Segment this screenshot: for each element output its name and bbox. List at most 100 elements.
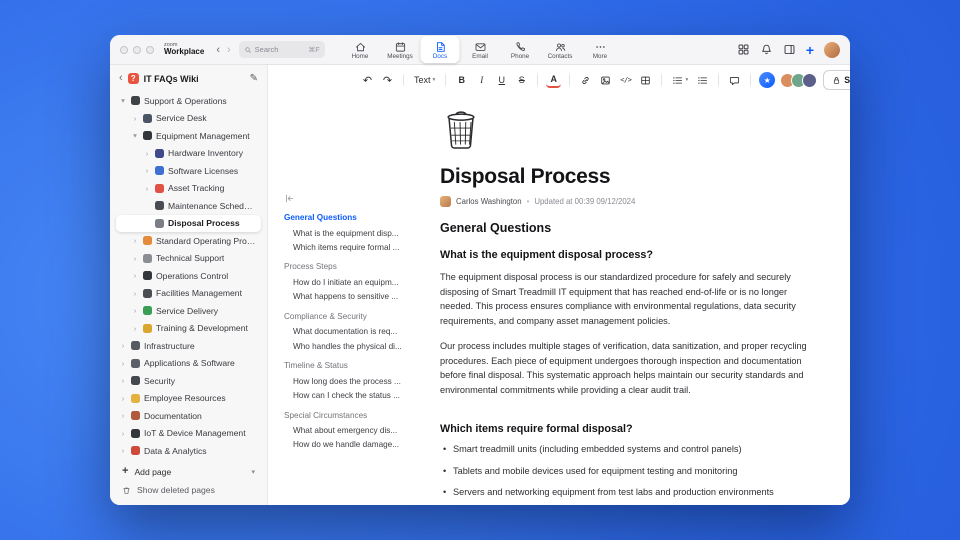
show-deleted-pages-button[interactable]: Show deleted pages: [122, 485, 255, 495]
toc-collapse-icon[interactable]: [284, 193, 295, 204]
nav-forward-icon[interactable]: ›: [227, 44, 231, 56]
close-button[interactable]: [120, 45, 128, 54]
toc-section-process-steps[interactable]: Process Steps: [284, 262, 412, 271]
link-button[interactable]: [578, 71, 593, 89]
sidebar-item-facilities-management[interactable]: › Facilities Management: [116, 285, 261, 303]
toc-section-timeline-status[interactable]: Timeline & Status: [284, 361, 412, 370]
toc-section-special-circumstances[interactable]: Special Circumstances: [284, 411, 412, 420]
minimize-button[interactable]: [133, 45, 141, 54]
sidebar-item-employee-resources[interactable]: › Employee Resources: [116, 390, 261, 408]
sidebar-item-hardware-inventory[interactable]: › Hardware Inventory: [116, 145, 261, 163]
collaborator-avatar[interactable]: [802, 72, 818, 88]
panel-icon[interactable]: [783, 43, 796, 56]
chevron-right-icon[interactable]: ›: [131, 254, 139, 263]
chevron-right-icon[interactable]: ›: [119, 411, 127, 420]
image-button[interactable]: [598, 71, 613, 89]
chevron-down-icon[interactable]: ▾: [119, 96, 127, 105]
apps-icon[interactable]: [737, 43, 750, 56]
tab-phone[interactable]: Phone: [501, 36, 540, 63]
chevron-right-icon[interactable]: ›: [143, 166, 151, 175]
chevron-right-icon[interactable]: ›: [131, 324, 139, 333]
chevron-down-icon[interactable]: ▾: [131, 131, 139, 140]
redo-button[interactable]: ↷: [380, 71, 395, 89]
sidebar-item-data-analytics[interactable]: › Data & Analytics: [116, 442, 261, 458]
document[interactable]: Disposal Process Carlos Washington Updat…: [416, 95, 850, 505]
nav-back-icon[interactable]: ‹: [216, 44, 220, 56]
zoom-button[interactable]: [146, 45, 154, 54]
sidebar-item-security[interactable]: › Security: [116, 372, 261, 390]
tab-docs[interactable]: Docs: [420, 36, 460, 63]
toc-item[interactable]: What documentation is req...: [284, 325, 412, 339]
window-controls[interactable]: [120, 45, 154, 54]
sidebar-item-applications-software[interactable]: › Applications & Software: [116, 355, 261, 373]
chevron-right-icon[interactable]: ›: [131, 114, 139, 123]
sidebar-item-standard-operating-procedures[interactable]: ›Standard Operating Procedures: [116, 232, 261, 250]
sidebar-item-software-licenses[interactable]: › Software Licenses: [116, 162, 261, 180]
toc-item[interactable]: How do I initiate an equipm...: [284, 275, 412, 289]
text-style-button[interactable]: Text ▾: [412, 71, 437, 89]
sidebar-item-iot-device-management[interactable]: › IoT & Device Management: [116, 425, 261, 443]
tab-home[interactable]: Home: [341, 36, 380, 63]
toc-item[interactable]: How can I check the status ...: [284, 388, 412, 402]
code-button[interactable]: </>: [618, 71, 633, 89]
chevron-right-icon[interactable]: ›: [119, 376, 127, 385]
sidebar-item-service-desk[interactable]: › Service Desk: [116, 110, 261, 128]
sidebar-item-equipment-management[interactable]: ▾ Equipment Management: [116, 127, 261, 145]
toc-item[interactable]: Who handles the physical di...: [284, 339, 412, 353]
new-item-button[interactable]: +: [806, 43, 814, 57]
text-color-button[interactable]: A: [546, 73, 562, 88]
tab-more[interactable]: More: [581, 36, 620, 63]
insert-table-button[interactable]: [638, 71, 653, 89]
chevron-right-icon[interactable]: ›: [143, 184, 151, 193]
chevron-right-icon[interactable]: ›: [119, 394, 127, 403]
sidebar-item-infrastructure[interactable]: › Infrastructure: [116, 337, 261, 355]
chevron-right-icon[interactable]: ›: [131, 271, 139, 280]
italic-button[interactable]: I: [474, 71, 489, 89]
add-page-button[interactable]: + Add page ▾: [122, 466, 255, 477]
share-button[interactable]: Share: [823, 70, 850, 90]
compose-icon[interactable]: ✎: [250, 73, 258, 84]
sidebar-item-support-operations[interactable]: ▾ Support & Operations: [116, 92, 261, 110]
ai-assistant-button[interactable]: ★: [759, 72, 776, 88]
toc-item[interactable]: How do we handle damage...: [284, 438, 412, 452]
bullet-list-button[interactable]: [695, 71, 710, 89]
strikethrough-button[interactable]: S: [514, 71, 529, 89]
sidebar-item-training-development[interactable]: › Training & Development: [116, 320, 261, 338]
chevron-right-icon[interactable]: ›: [131, 306, 139, 315]
chevron-right-icon[interactable]: ›: [131, 289, 139, 298]
align-button[interactable]: ▾: [670, 71, 690, 89]
tab-meetings[interactable]: Meetings: [381, 36, 420, 63]
undo-button[interactable]: ↶: [360, 71, 375, 89]
chevron-right-icon[interactable]: ›: [143, 149, 151, 158]
sidebar-item-asset-tracking[interactable]: › Asset Tracking: [116, 180, 261, 198]
bell-icon[interactable]: [760, 43, 773, 56]
bold-button[interactable]: B: [454, 71, 469, 89]
collaborator-avatars[interactable]: [780, 72, 818, 88]
sidebar-back-icon[interactable]: ‹: [119, 73, 123, 84]
chevron-right-icon[interactable]: ›: [119, 359, 127, 368]
chevron-down-icon[interactable]: ▾: [251, 468, 255, 476]
sidebar-item-technical-support[interactable]: › Technical Support: [116, 250, 261, 268]
tab-email[interactable]: Email: [461, 36, 500, 63]
chevron-right-icon[interactable]: ›: [119, 341, 127, 350]
toc-item[interactable]: What happens to sensitive ...: [284, 290, 412, 304]
toc-section-general-questions[interactable]: General Questions: [284, 213, 412, 222]
toc-item[interactable]: How long does the process ...: [284, 374, 412, 388]
underline-button[interactable]: U: [494, 71, 509, 89]
sidebar-item-documentation[interactable]: › Documentation: [116, 407, 261, 425]
toc-item[interactable]: Which items require formal ...: [284, 240, 412, 254]
toc-item[interactable]: What is the equipment disp...: [284, 226, 412, 240]
toc-item[interactable]: What about emergency dis...: [284, 424, 412, 438]
sidebar-item-operations-control[interactable]: › Operations Control: [116, 267, 261, 285]
user-avatar[interactable]: [824, 41, 840, 58]
chevron-right-icon[interactable]: ›: [119, 446, 127, 455]
chevron-right-icon[interactable]: ›: [119, 429, 127, 438]
sidebar-item-service-delivery[interactable]: › Service Delivery: [116, 302, 261, 320]
comment-button[interactable]: [727, 71, 742, 89]
sidebar-item-disposal-process[interactable]: Disposal Process: [116, 214, 261, 232]
sidebar-item-maintenance-schedules[interactable]: Maintenance Schedules: [116, 197, 261, 215]
search-input[interactable]: Search ⌘F: [238, 41, 325, 58]
toc-section-compliance-security[interactable]: Compliance & Security: [284, 312, 412, 321]
tab-contacts[interactable]: Contacts: [541, 36, 580, 63]
chevron-right-icon[interactable]: ›: [131, 236, 139, 245]
